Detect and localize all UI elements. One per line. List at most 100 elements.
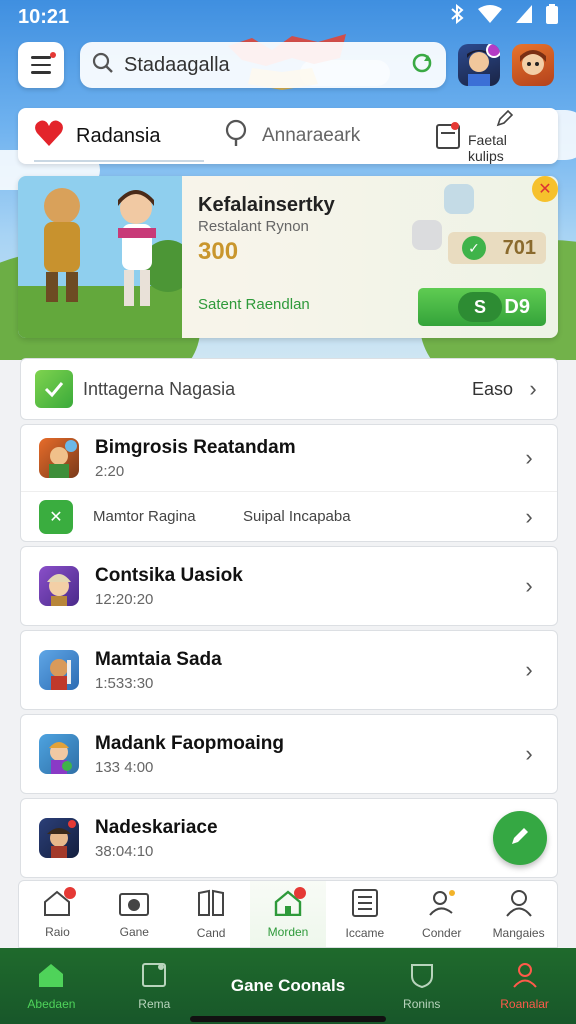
item-time: 1:533:30 (95, 674, 154, 692)
tab-label: Raio (45, 924, 70, 939)
sub-row[interactable]: ✕ Mamtor Ragina Suipal Incapaba › (21, 491, 557, 541)
tab-modern[interactable]: Morden (249, 881, 327, 947)
heart-icon (34, 119, 64, 153)
item-time: 133 4:00 (95, 758, 154, 776)
promo-link[interactable]: Satent Raendlan (198, 296, 310, 313)
friend-avatar[interactable] (512, 44, 554, 86)
search-input[interactable]: Stadaagalla (124, 54, 400, 77)
chevron-right-icon: › (525, 445, 533, 470)
promo-button-pill: S (458, 292, 502, 322)
x-icon: ✕ (39, 499, 73, 534)
close-icon[interactable]: ✕ (532, 176, 558, 202)
item-title: Contsika Uasiok (95, 564, 243, 586)
nav-label: Gane Coonals (230, 976, 346, 995)
menu-button[interactable] (18, 42, 64, 88)
list-item[interactable]: Contsika Uasiok 12:20:20 › (20, 546, 558, 626)
item-time: 2:20 (95, 462, 125, 480)
list-item[interactable]: Nadeskariace 38:04:10 (20, 798, 558, 878)
edit-fab-button[interactable] (493, 811, 547, 865)
game-icon (39, 438, 79, 478)
list-item[interactable]: Mamtaia Sada 1:533:30 › (20, 630, 558, 710)
profile-icon (512, 962, 538, 993)
category-tabs: Radansia Annaraeark Faetal kulips (18, 108, 558, 164)
nav-rema[interactable]: Rema (103, 962, 206, 1011)
tab-home[interactable]: Raio (19, 881, 96, 947)
chevron-right-icon: › (525, 741, 533, 766)
tab-favorites[interactable]: Radansia (34, 108, 224, 164)
chevron-right-icon: › (525, 573, 533, 598)
item-title: Bimgrosis Reatandam (95, 436, 296, 458)
coin-value: 701 (502, 236, 536, 259)
chevron-right-icon: › (525, 657, 533, 682)
home-icon (37, 962, 65, 993)
promo-artwork (18, 176, 182, 338)
player-avatar[interactable] (458, 44, 500, 86)
chevron-right-icon: › (529, 376, 537, 401)
list-header[interactable]: Inttagerna Nagasia Easo › (20, 358, 558, 420)
tab-income[interactable]: Iccame (326, 881, 403, 947)
list-item[interactable]: Bimgrosis Reatandam 2:20 › ✕ Mamtor Ragi… (20, 424, 558, 542)
list-header-action[interactable]: Easo (472, 379, 513, 400)
shield-icon (409, 962, 435, 993)
tab-label: Faetal kulips (468, 131, 507, 164)
nav-label: Ronins (403, 996, 441, 1011)
promo-banner[interactable]: Kefalainsertky Restalant Rynon 300 Saten… (18, 176, 558, 338)
pencil-icon (509, 825, 531, 852)
tab-label: Cand (196, 925, 226, 940)
notification-dot (63, 887, 76, 899)
note-icon (141, 962, 167, 993)
user-link-icon (428, 889, 456, 922)
bottom-tab-strip: Raio Gane Cand Morden Iccame Conder Mang… (18, 880, 558, 948)
list-header-label: Inttagerna Nagasia (83, 378, 236, 399)
tab-game[interactable]: Gane (96, 881, 173, 947)
character-icon (412, 220, 442, 250)
tab-condor[interactable]: Conder (403, 881, 480, 947)
promo-subtitle: Restalant Rynon (198, 218, 309, 235)
tab-label: Mangaies (492, 925, 545, 940)
tab-label: Annaraeark (262, 125, 361, 146)
status-time: 10:21 (18, 5, 70, 28)
promo-button-label: D9 (504, 295, 530, 318)
pencil-icon (496, 109, 514, 130)
item-title: Madank Faopmoaing (95, 732, 284, 754)
promo-price: 300 (198, 238, 239, 265)
nav-home[interactable]: Abedaen (0, 962, 103, 1011)
game-icon (39, 818, 79, 858)
nav-label: Abedaen (27, 996, 76, 1011)
magnifier-icon (224, 119, 250, 153)
promo-buy-button[interactable]: S D9 (418, 288, 546, 326)
bluetooth-icon (450, 3, 464, 30)
item-title: Mamtaia Sada (95, 648, 222, 670)
document-icon (351, 888, 378, 922)
tab-label: Radansia (76, 124, 161, 147)
nav-label: Roanalar (500, 996, 549, 1011)
tab-messages[interactable]: Mangaies (480, 881, 557, 947)
chevron-right-icon: › (525, 503, 533, 529)
nav-profile[interactable]: Roanalar (473, 962, 576, 1011)
bottom-navigation: Abedaen Rema Gane Coonals Ronins Roanala… (0, 948, 576, 1024)
avatar-badge (486, 44, 500, 58)
person-icon (505, 889, 533, 922)
book-icon (197, 889, 225, 922)
wifi-icon (478, 5, 502, 29)
tab-card[interactable]: Cand (173, 881, 250, 947)
calendar-icon (436, 121, 460, 152)
battery-icon (546, 4, 558, 30)
signal-icon (516, 5, 532, 29)
notification-dot (294, 887, 307, 899)
list-item[interactable]: Madank Faopmoaing 133 4:00 › (20, 714, 558, 794)
checkmark-icon (35, 370, 73, 408)
game-icon (39, 650, 79, 690)
sub-row-left: Mamtor Ragina (93, 508, 196, 525)
search-bar[interactable]: Stadaagalla (80, 42, 446, 88)
tab-features[interactable]: Faetal kulips (436, 108, 542, 164)
game-icon (39, 734, 79, 774)
tab-label: Gane (119, 924, 149, 939)
notification-dot (50, 52, 56, 58)
nav-ronins[interactable]: Ronins (370, 962, 473, 1011)
tab-search[interactable]: Annaraeark (224, 108, 436, 164)
tab-label: Conder (422, 925, 462, 940)
nav-game-center[interactable]: Gane Coonals (206, 976, 371, 996)
refresh-icon[interactable] (410, 51, 434, 80)
search-icon (92, 52, 114, 79)
